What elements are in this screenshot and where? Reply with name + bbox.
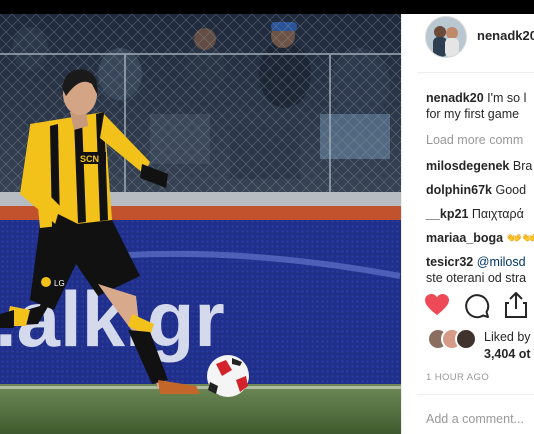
comment-text: 👐👐	[506, 231, 534, 245]
svg-text:LG: LG	[54, 279, 65, 288]
comment-text: Παιχταρά	[471, 207, 524, 221]
liked-by-avatars[interactable]	[427, 328, 477, 350]
comment-username[interactable]: tesicr32	[426, 255, 473, 269]
add-comment-input[interactable]: Add a comment...	[426, 412, 524, 426]
caption-username[interactable]: nenadk20	[426, 91, 484, 105]
caption: nenadk20 I'm so l	[426, 91, 526, 105]
comment-icon[interactable]	[464, 293, 490, 319]
comment-row: milosdegenek Bra	[426, 159, 532, 173]
football	[207, 355, 249, 397]
comment-row: __kp21 Παιχταρά	[426, 207, 524, 221]
comment-text-line-2: ste oterani od stra	[426, 271, 527, 285]
author-avatar[interactable]	[425, 16, 467, 58]
share-icon[interactable]	[504, 291, 528, 319]
comment-row: tesicr32 @milosd	[426, 255, 526, 269]
football-photo-illustration: .alk.gr LG SCN	[0, 14, 401, 434]
liked-by-label: Liked by	[484, 330, 531, 344]
comment-divider	[417, 394, 534, 395]
comment-mention[interactable]: @milosd	[477, 255, 526, 269]
comment-username[interactable]: milosdegenek	[426, 159, 509, 173]
heart-icon[interactable]	[424, 293, 450, 317]
comment-text: Good	[495, 183, 527, 197]
comment-text: Bra	[512, 159, 533, 173]
top-black-bar	[0, 0, 534, 14]
comment-username[interactable]: __kp21	[426, 207, 468, 221]
comment-username[interactable]: mariaa_boga	[426, 231, 503, 245]
caption-text: I'm so l	[487, 91, 527, 105]
post-sidebar: nenadk20 nenadk20 I'm so l for my first …	[401, 14, 534, 434]
load-more-comments[interactable]: Load more comm	[426, 133, 523, 147]
header-divider	[417, 72, 534, 73]
caption-line-2: for my first game	[426, 107, 520, 121]
comment-row: mariaa_boga 👐👐	[426, 231, 534, 246]
shirt-sponsor: SCN	[80, 154, 99, 164]
pitch	[0, 384, 401, 434]
comment-row: dolphin67k Good	[426, 183, 526, 197]
comment-username[interactable]: dolphin67k	[426, 183, 492, 197]
post-photo[interactable]: .alk.gr LG SCN	[0, 14, 401, 434]
author-username[interactable]: nenadk20	[477, 28, 534, 43]
post-timestamp[interactable]: 1 HOUR AGO	[426, 372, 489, 383]
likes-count[interactable]: 3,404 ot	[484, 347, 531, 361]
